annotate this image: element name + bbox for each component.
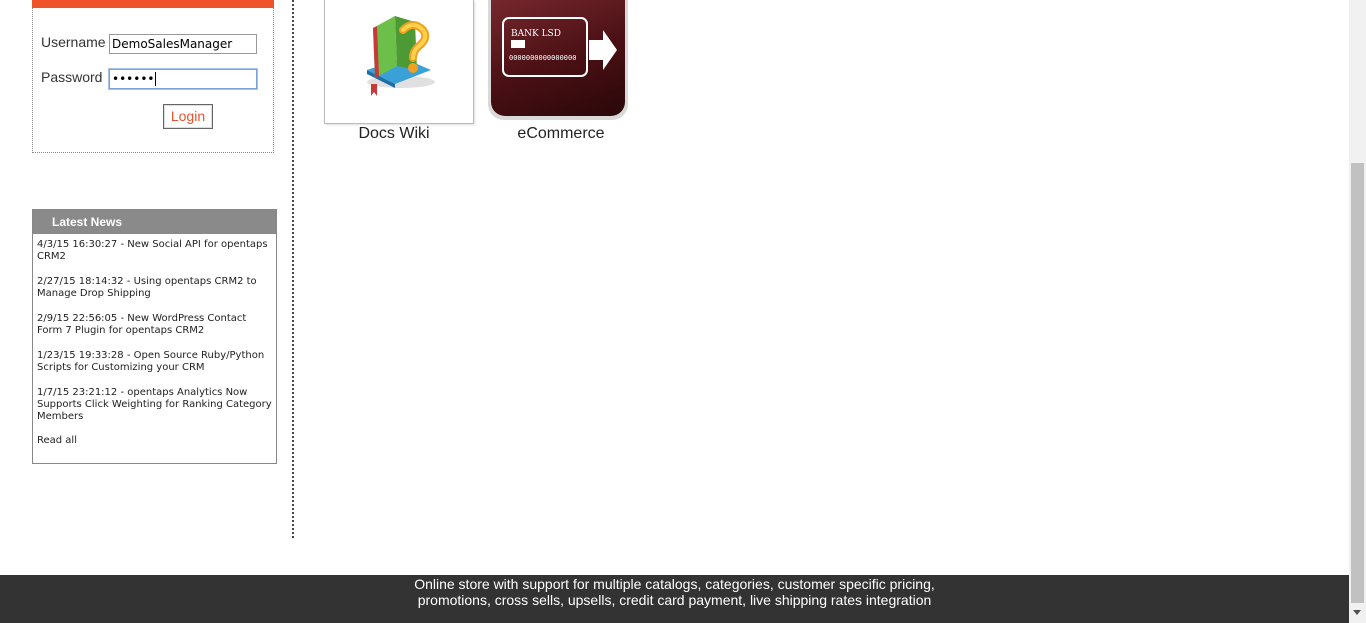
login-button[interactable]: Login [163,104,213,129]
password-value: •••••• [112,72,155,86]
help-book-icon [367,16,435,96]
footer-line-1: Online store with support for multiple c… [414,576,935,592]
latest-news-title: Latest News [33,210,276,234]
scroll-down-arrow-icon[interactable] [1353,610,1361,615]
login-panel: Username Password •••••• Login [32,8,274,153]
docs-wiki-label[interactable]: Docs Wiki [324,125,464,143]
card-number-text: 0000000000000000 [509,54,576,62]
credit-card-icon: BANK LSD 0000000000000000 [502,17,617,77]
ecommerce-label[interactable]: eCommerce [488,125,634,143]
password-label: Password [41,69,103,85]
ecommerce-tile[interactable]: BANK LSD 0000000000000000 [488,0,628,120]
card-bank-text: BANK LSD [511,29,561,39]
footer-line-2: promotions, cross sells, upsells, credit… [417,592,932,608]
read-all-link[interactable]: Read all [37,435,272,446]
latest-news-panel: Latest News 4/3/15 16:30:27 - New Social… [32,209,277,464]
scrollbar-thumb[interactable] [1351,163,1364,603]
news-item[interactable]: 1/23/15 19:33:28 - Open Source Ruby/Pyth… [37,350,272,374]
vertical-scrollbar[interactable] [1349,0,1366,623]
news-item[interactable]: 2/27/15 18:14:32 - Using opentaps CRM2 t… [37,276,272,300]
column-divider [292,0,294,538]
login-panel-header [32,0,274,8]
username-input[interactable] [109,34,257,54]
news-item[interactable]: 1/7/15 23:21:12 - opentaps Analytics Now… [37,387,272,423]
docs-wiki-tile[interactable] [324,0,474,124]
username-label: Username [41,34,106,50]
news-item[interactable]: 2/9/15 22:56:05 - New WordPress Contact … [37,313,272,337]
password-input[interactable]: •••••• [109,69,257,89]
news-item[interactable]: 4/3/15 16:30:27 - New Social API for ope… [37,239,272,263]
footer-description: Online store with support for multiple c… [0,575,1349,623]
